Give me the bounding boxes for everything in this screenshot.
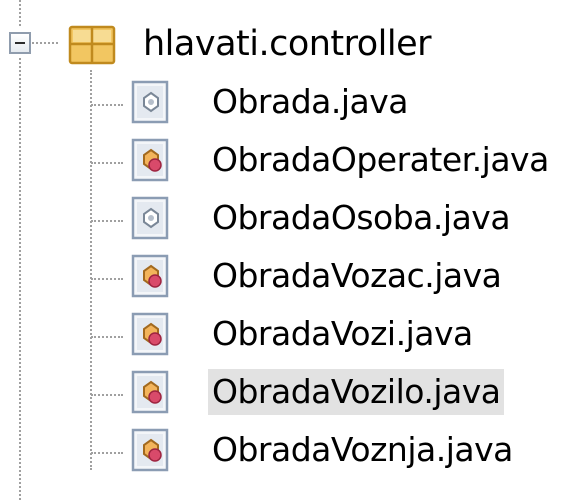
file-label[interactable]: ObradaOsoba.java xyxy=(208,195,514,241)
collapse-toggle[interactable] xyxy=(9,32,31,54)
class-file-icon xyxy=(131,428,169,472)
tree-guide-connector xyxy=(91,278,123,280)
package-icon xyxy=(68,25,116,65)
class-file-icon xyxy=(131,312,169,356)
class-file-icon xyxy=(131,138,169,182)
file-label-selected[interactable]: ObradaVozilo.java xyxy=(208,369,505,415)
tree-guide-connector-package xyxy=(32,42,58,44)
tree-guide-connector xyxy=(91,104,123,106)
tree-guide-connector xyxy=(91,220,123,222)
abstract-class-file-icon xyxy=(131,80,169,124)
file-label[interactable]: ObradaOperater.java xyxy=(208,137,553,183)
class-file-icon xyxy=(131,370,169,414)
tree-guide-connector xyxy=(91,162,123,164)
project-tree: hlavati.controller Obrada.java ObradaOpe… xyxy=(0,0,566,500)
tree-guide-line-parent xyxy=(19,0,21,26)
file-label[interactable]: ObradaVozi.java xyxy=(208,311,477,357)
tree-guide-connector xyxy=(91,452,123,454)
tree-file-row[interactable]: ObradaVozi.java xyxy=(0,306,566,364)
file-label[interactable]: Obrada.java xyxy=(208,79,412,125)
tree-file-row[interactable]: Obrada.java xyxy=(0,74,566,132)
tree-file-row[interactable]: ObradaOsoba.java xyxy=(0,190,566,248)
abstract-class-file-icon xyxy=(131,196,169,240)
tree-guide-connector xyxy=(91,336,123,338)
package-name[interactable]: hlavati.controller xyxy=(143,22,432,66)
file-label[interactable]: ObradaVozac.java xyxy=(208,253,505,299)
tree-file-row[interactable]: ObradaVoznja.java xyxy=(0,422,566,480)
tree-file-row[interactable]: ObradaVozilo.java xyxy=(0,364,566,422)
tree-file-row[interactable]: ObradaOperater.java xyxy=(0,132,566,190)
class-file-icon xyxy=(131,254,169,298)
file-label[interactable]: ObradaVoznja.java xyxy=(208,427,517,473)
tree-file-row[interactable]: ObradaVozac.java xyxy=(0,248,566,306)
tree-guide-connector xyxy=(91,394,123,396)
